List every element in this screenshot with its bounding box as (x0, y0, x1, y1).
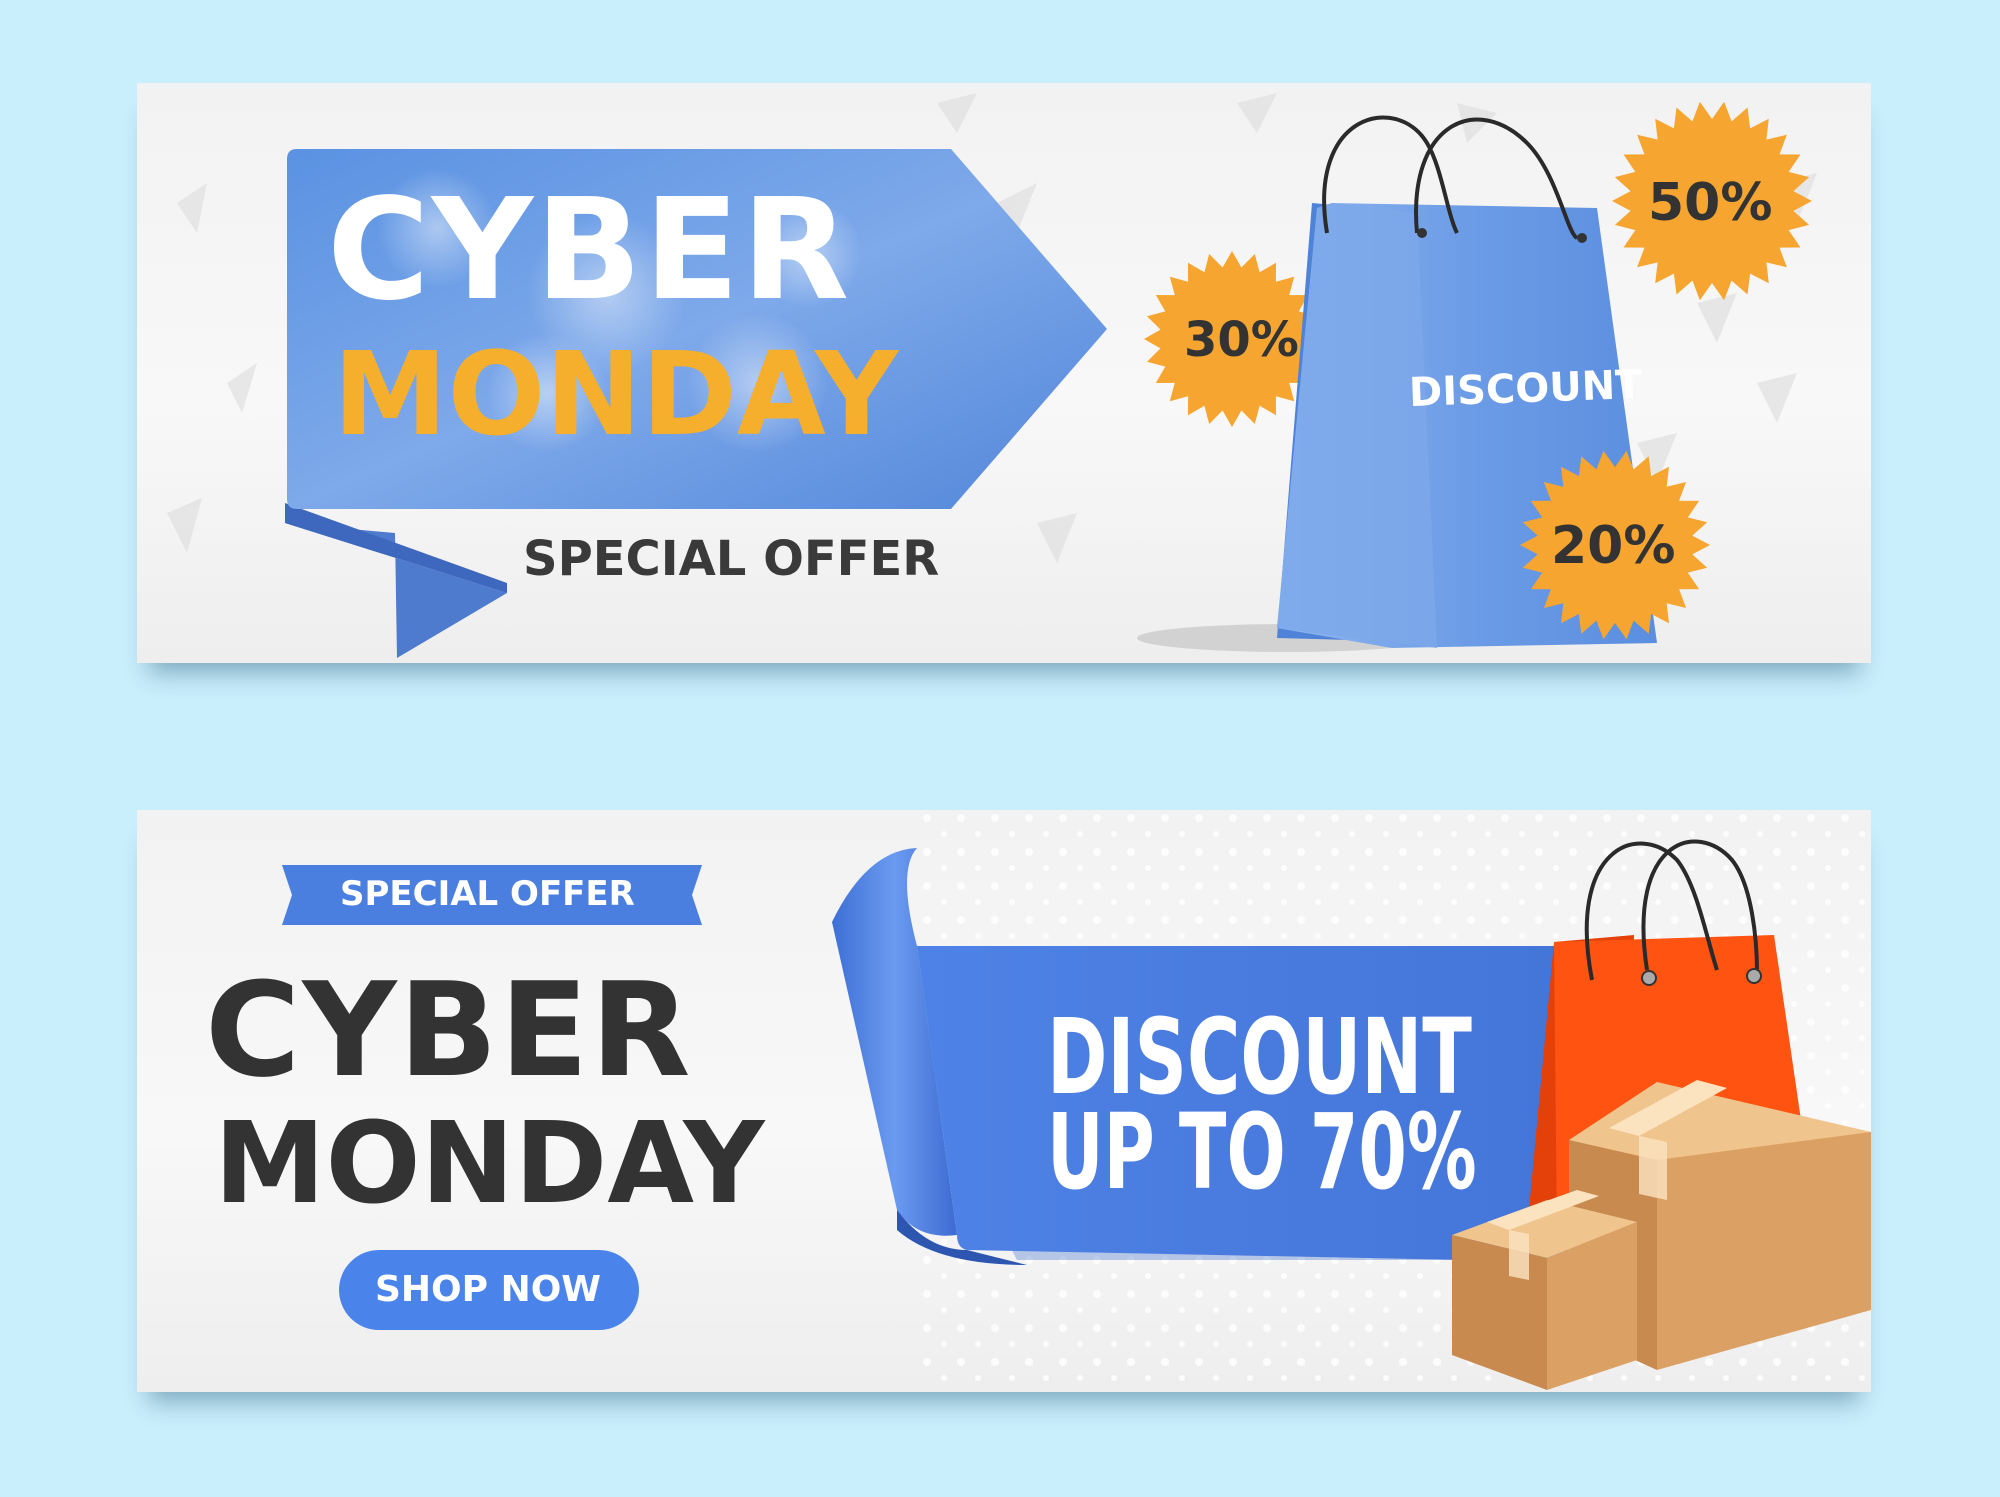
badge-50-text: 50% (1648, 173, 1773, 233)
title-cyber: CYBER (327, 169, 852, 332)
shop-now-button[interactable]: SHOP NOW (375, 1272, 601, 1308)
discount-up-to-70: UP TO 70% (1047, 1091, 1477, 1213)
banner-bottom: SPECIAL OFFER CYBER MONDAY SHOP NOW DISC… (137, 810, 1871, 1392)
banner-top: CYBER MONDAY SPECIAL OFFER DISCOUNT 30% … (137, 83, 1871, 663)
special-offer-label: SPECIAL OFFER (340, 874, 635, 914)
subtitle-special-offer: SPECIAL OFFER (523, 531, 940, 587)
badge-30-text: 30% (1184, 312, 1299, 368)
badge-20-text: 20% (1551, 516, 1676, 576)
title-cyber-bottom: CYBER (205, 954, 693, 1106)
title-monday-bottom: MONDAY (214, 1099, 765, 1229)
title-monday: MONDAY (333, 328, 899, 462)
bag-discount-label: DISCOUNT (1408, 361, 1644, 417)
